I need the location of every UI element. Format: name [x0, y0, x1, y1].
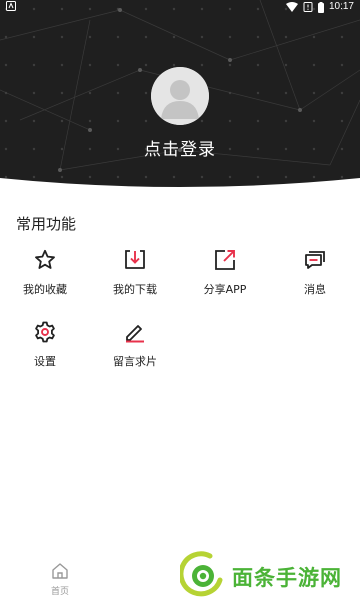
nav-home-label: 首页	[50, 587, 69, 597]
section-title: 常用功能	[16, 215, 77, 233]
home-icon	[52, 563, 68, 579]
share-app-button[interactable]: 分享APP	[180, 248, 270, 304]
battery-icon	[317, 1, 324, 13]
status-bar: 10:17	[0, 0, 360, 14]
request-movie-label: 留言求片	[113, 355, 157, 368]
pencil-icon	[126, 325, 144, 343]
nav-home[interactable]: 首页	[40, 560, 80, 598]
avatar[interactable]	[151, 67, 209, 125]
status-time: 10:17	[328, 1, 354, 12]
default-user-icon	[151, 67, 209, 125]
wifi-icon	[285, 2, 298, 12]
message-icon	[305, 251, 325, 269]
watermark-text: 面条手游网	[232, 566, 342, 590]
downloads-label: 我的下载	[113, 283, 157, 296]
watermark: 面条手游网	[176, 548, 360, 600]
login-link[interactable]: 点击登录	[0, 135, 360, 160]
profile-header: 10:17 点击登录	[0, 0, 360, 190]
messages-button[interactable]: 消息	[270, 248, 360, 304]
gear-icon	[35, 321, 55, 343]
messages-label: 消息	[304, 283, 326, 296]
share-icon	[215, 250, 235, 270]
watermark-logo-icon	[180, 551, 223, 597]
notification-icon	[6, 1, 16, 11]
request-movie-button[interactable]: 留言求片	[90, 320, 180, 376]
settings-button[interactable]: 设置	[0, 320, 90, 376]
downloads-button[interactable]: 我的下载	[90, 248, 180, 304]
favorites-button[interactable]: 我的收藏	[0, 248, 90, 304]
status-right: 10:17	[285, 0, 354, 14]
star-icon	[35, 249, 55, 269]
share-app-label: 分享APP	[203, 283, 247, 296]
no-sim-icon	[303, 2, 313, 12]
favorites-label: 我的收藏	[23, 283, 67, 296]
download-icon	[125, 250, 145, 269]
settings-label: 设置	[34, 355, 56, 368]
